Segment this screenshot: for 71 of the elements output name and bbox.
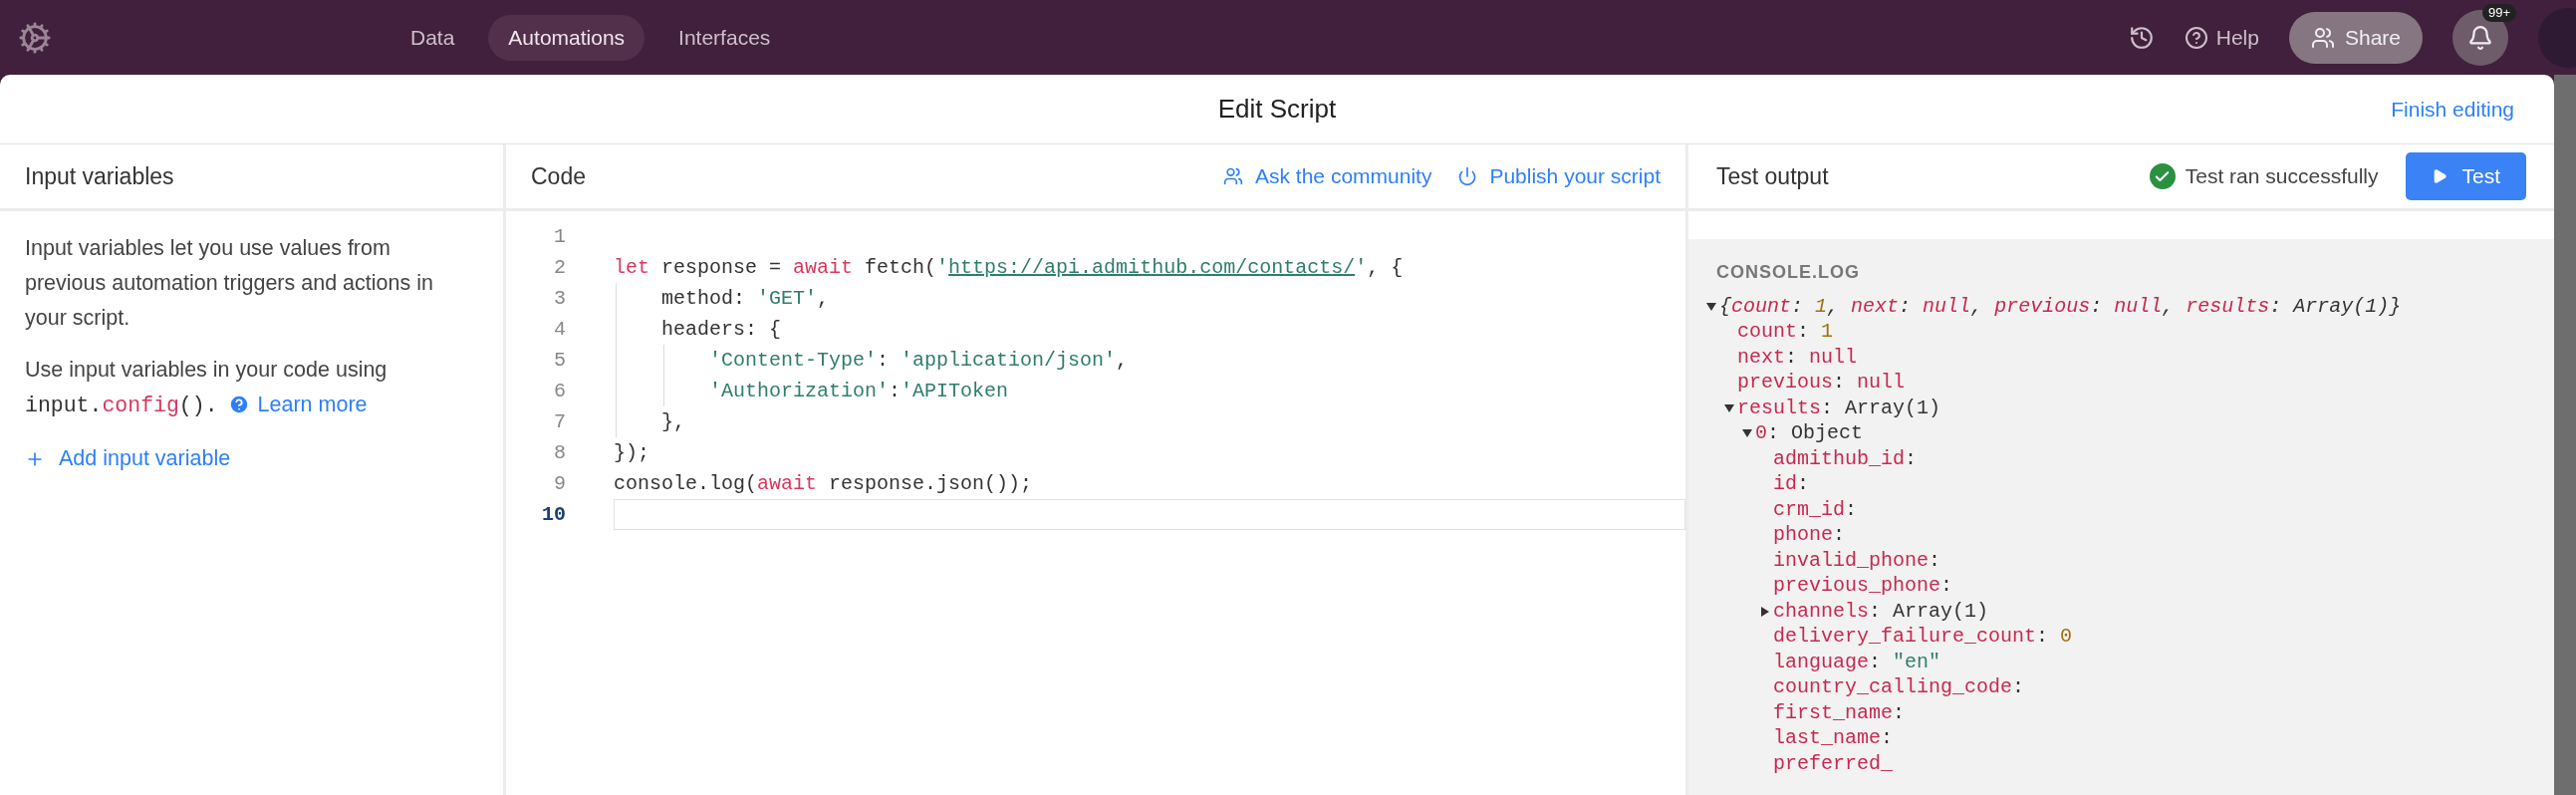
help-icon [2184,25,2208,50]
logo-icon[interactable] [18,20,52,55]
people-icon [1223,166,1243,186]
console-line: results: Array(1) [1737,395,1941,421]
nav-tab[interactable]: Automations [488,14,645,61]
description-text: Input variables let you use values from previous automation triggers and actions in your script. [25,235,434,332]
console-line: first_name: [1773,699,1906,726]
nav-tab[interactable]: Interfaces [658,14,791,61]
caret-icon[interactable] [1760,606,1769,617]
panel-title: Test output [1716,161,1829,191]
line-number: 10 [541,501,566,528]
line-number: 8 [553,439,566,466]
finish-editing-link[interactable]: Finish editing [2391,93,2514,126]
console-line: phone: [1773,522,1846,549]
code-line: headers: { [660,316,782,343]
caret-icon[interactable] [1705,302,1716,311]
history-icon[interactable] [2128,24,2155,51]
line-number: 4 [553,316,566,343]
bell-icon [2467,24,2493,51]
add-input-variable-button[interactable]: Add input variable [25,441,231,476]
line-number: 2 [553,254,566,281]
play-icon [2432,168,2448,184]
console-line: crm_id: [1773,496,1858,523]
people-icon [2310,25,2335,50]
console-line: next: null [1737,344,1858,371]
help-button[interactable]: Help [2184,21,2259,54]
console-line: {count: 1, next: null, previous: null, results: Array(1)} [1719,293,2402,320]
help-icon[interactable] [227,394,250,415]
line-number: 6 [553,378,566,404]
line-number: 5 [553,347,566,374]
share-button[interactable]: Share [2288,11,2423,64]
console-line: channels: Array(1) [1773,598,1989,625]
code-line: let response = await fetch('https://api.admithub.com/contacts/', { [614,254,1404,281]
line-number: 3 [553,285,566,312]
console-line: invalid_phone: [1773,547,1941,574]
code-line: method: 'GET', [660,285,830,312]
code-line: }); [614,439,649,466]
console-label: CONSOLE.LOG [1716,261,1860,284]
test-button[interactable]: Test [2406,152,2526,200]
success-icon [2149,163,2176,189]
caret-icon[interactable] [1723,403,1734,412]
caret-icon[interactable] [1741,429,1752,438]
line-number: 1 [553,223,566,250]
console-line: preferred_ [1773,750,1894,777]
status-text: Test ran successfully [2185,163,2379,190]
console-line: 0: Object [1755,420,1864,447]
nav-tab[interactable]: Data [390,14,475,61]
console-line: previous: null [1737,370,1906,397]
code-line: 'Content-Type': 'application/json', [708,347,1129,374]
notification-badge: 99+ [2482,3,2517,22]
publish-script-link[interactable]: Publish your script [1457,160,1661,192]
dialog-title: Edit Script [1217,93,1337,126]
console-line: admithub_id: [1773,445,1918,472]
console-line: country_calling_code: [1773,674,2025,701]
code-line: }, [660,408,685,435]
power-icon [1457,166,1478,186]
panel-title: Input variables [25,161,174,191]
panel-title: Code [531,161,586,191]
ask-community-link[interactable]: Ask the community [1223,160,1432,192]
learn-more-link[interactable]: Learn more [257,393,368,416]
console-line: previous_phone: [1773,573,1953,600]
console-line: id: [1773,471,1810,498]
code-line: 'Authorization':'APIToken [708,378,1009,404]
line-number: 7 [553,408,566,435]
console-line: language: "en" [1773,649,1941,675]
console-line: delivery_failure_count: 0 [1773,624,2073,651]
console-line: last_name: [1773,725,1894,752]
line-number: 9 [553,470,566,497]
code-line: console.log(await response.json()); [614,470,1033,497]
usage-text: Use input variables in your code using input.config(). Learn more [25,357,388,419]
console-line: count: 1 [1737,319,1834,346]
